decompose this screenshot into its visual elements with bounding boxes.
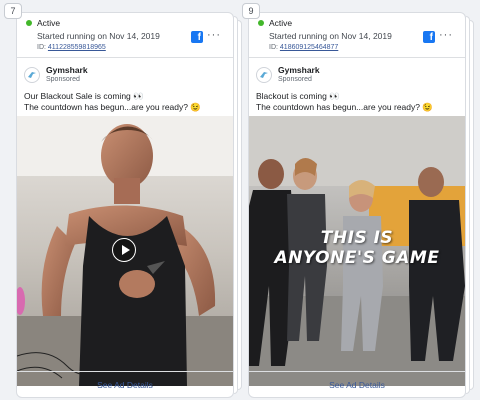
ad-id-label: ID: <box>269 44 278 51</box>
divider <box>249 57 465 58</box>
card-footer: See Ad Details <box>17 371 233 397</box>
ad-body-line: The countdown has begun...are you ready?… <box>24 102 201 112</box>
overlay-line: THIS IS <box>320 228 394 248</box>
ad-card: Active Started running on Nov 14, 2019 I… <box>248 12 466 398</box>
facebook-icon: f <box>423 31 435 43</box>
ad-body-line: Our Blackout Sale is coming 👀 <box>24 91 144 101</box>
active-dot-icon <box>26 20 32 26</box>
play-icon[interactable] <box>112 238 136 262</box>
card-stack-edge <box>234 16 238 394</box>
card-footer: See Ad Details <box>249 371 465 397</box>
see-ad-details-link[interactable]: See Ad Details <box>329 380 385 390</box>
facebook-icon: f <box>191 31 203 43</box>
ad-video[interactable] <box>17 116 233 386</box>
ad-id: ID: 418609125464877 <box>269 44 457 51</box>
sponsored-label: Sponsored <box>278 76 312 83</box>
active-dot-icon <box>258 20 264 26</box>
ad-index-badge: 7 <box>4 3 22 19</box>
card-stack-edge <box>238 20 242 390</box>
ad-id-link[interactable]: 418609125464877 <box>280 44 338 51</box>
ad-video[interactable]: THIS IS ANYONE'S GAME <box>249 116 465 386</box>
ad-body-text: Blackout is coming 👀 The countdown has b… <box>256 91 459 113</box>
ad-id-link[interactable]: 411228559818965 <box>48 44 106 51</box>
advertiser-name[interactable]: Gymshark <box>46 65 88 75</box>
card-stack-edge <box>470 20 474 390</box>
status-label: Active <box>269 18 293 28</box>
advertiser[interactable]: Gymshark Sponsored <box>256 65 320 84</box>
ad-card: Active Started running on Nov 14, 2019 I… <box>16 12 234 398</box>
ad-id: ID: 411228559818965 <box>37 44 225 51</box>
see-ad-details-link[interactable]: See Ad Details <box>97 380 153 390</box>
more-options-icon[interactable]: ··· <box>439 29 453 41</box>
ad-meta: Active Started running on Nov 14, 2019 I… <box>258 17 457 59</box>
more-options-icon[interactable]: ··· <box>207 29 221 41</box>
ad-body-text: Our Blackout Sale is coming 👀 The countd… <box>24 91 227 113</box>
advertiser[interactable]: Gymshark Sponsored <box>24 65 88 84</box>
ad-index-badge: 9 <box>242 3 260 19</box>
ad-body-line: Blackout is coming 👀 <box>256 91 340 101</box>
gymshark-logo-icon <box>256 66 272 83</box>
overlay-line: ANYONE'S GAME <box>274 248 440 268</box>
ad-body-line: The countdown has begun...are you ready?… <box>256 102 433 112</box>
divider <box>17 57 233 58</box>
ad-id-label: ID: <box>37 44 46 51</box>
gymshark-logo-icon <box>24 66 40 83</box>
ad-meta: Active Started running on Nov 14, 2019 I… <box>26 17 225 59</box>
status-label: Active <box>37 18 61 28</box>
card-stack-edge <box>466 16 470 394</box>
sponsored-label: Sponsored <box>46 76 80 83</box>
video-overlay-title: THIS IS ANYONE'S GAME <box>249 228 465 268</box>
advertiser-name[interactable]: Gymshark <box>278 65 320 75</box>
